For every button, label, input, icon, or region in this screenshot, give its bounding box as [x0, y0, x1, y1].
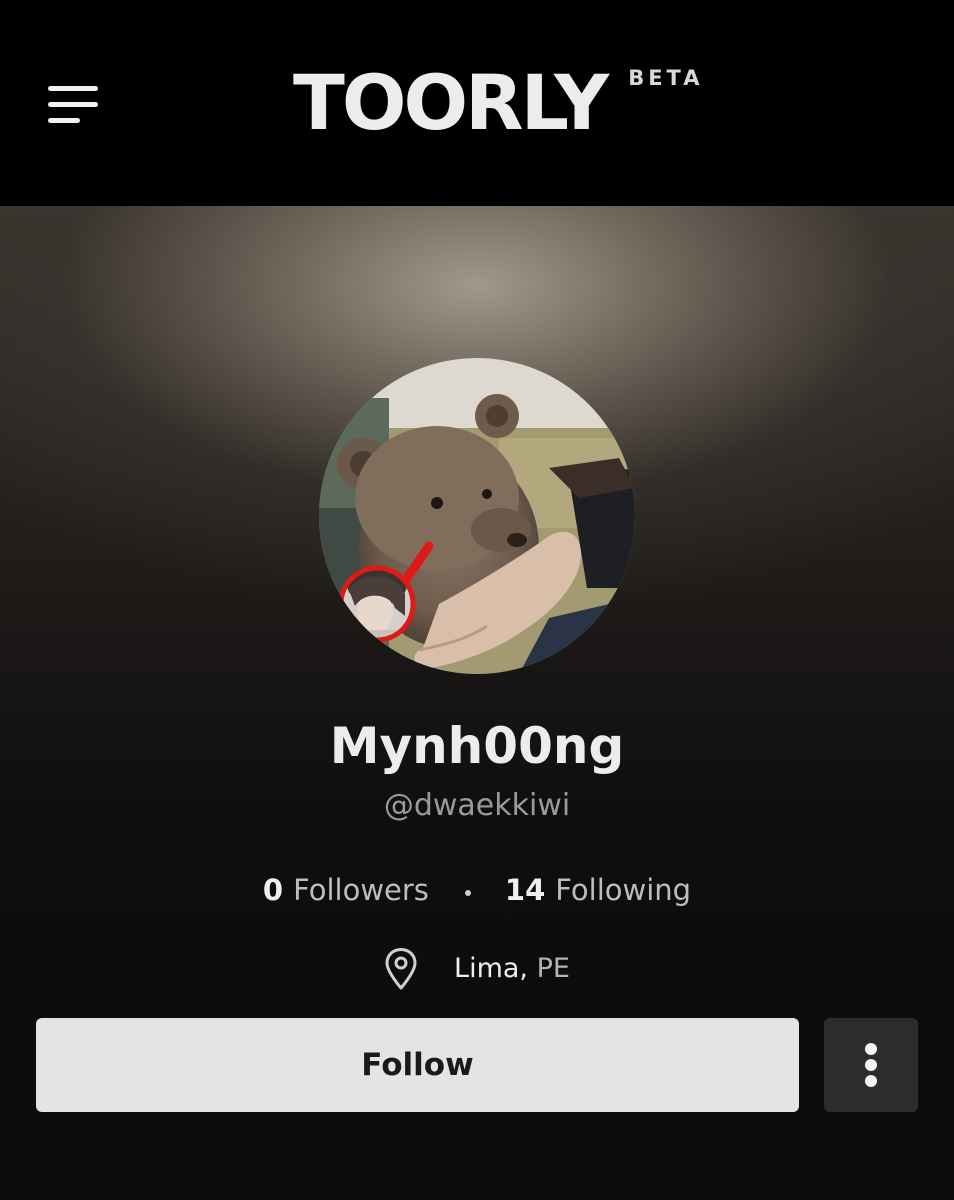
location-country: PE: [536, 953, 570, 984]
app-header: TOORLY BETA: [0, 0, 954, 206]
followers-count: 0: [262, 873, 284, 907]
display-name: Mynh00ng: [329, 717, 625, 775]
following-label: Following: [555, 873, 692, 907]
more-options-button[interactable]: [824, 1018, 918, 1112]
vertical-dots-icon: [865, 1043, 877, 1087]
avatar-photo: [319, 358, 635, 674]
hamburger-menu-icon[interactable]: [44, 80, 102, 132]
location-text: Lima, PE: [454, 944, 570, 994]
follow-button[interactable]: Follow: [36, 1018, 799, 1112]
followers-stat[interactable]: 0 Followers: [263, 870, 429, 910]
profile-section: Mynh00ng @dwaekkiwi 0 Followers 14 Follo…: [0, 206, 954, 1200]
location: Lima, PE: [0, 944, 954, 994]
app-logo[interactable]: TOORLY BETA: [293, 58, 704, 148]
avatar[interactable]: [319, 358, 635, 674]
stats-separator-dot: [464, 890, 471, 896]
map-pin-icon: [384, 947, 418, 991]
follow-stats: 0 Followers 14 Following: [0, 870, 954, 910]
location-city: Lima,: [454, 953, 529, 984]
followers-label: Followers: [293, 873, 429, 907]
beta-badge: BETA: [628, 66, 704, 90]
following-stat[interactable]: 14 Following: [505, 870, 691, 910]
logo-wordmark: TOORLY: [293, 58, 609, 147]
username-handle: @dwaekkiwi: [383, 788, 571, 823]
following-count: 14: [504, 873, 546, 907]
